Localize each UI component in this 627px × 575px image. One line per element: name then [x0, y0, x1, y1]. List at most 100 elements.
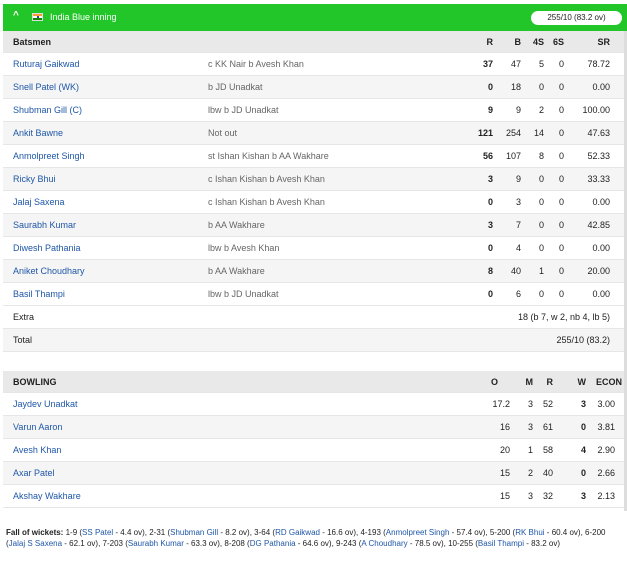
wickets-value: 4	[580, 445, 586, 455]
innings-header[interactable]: ^ India Blue inning 255/10 (83.2 ov)	[3, 4, 627, 31]
batsman-name-link[interactable]: Anmolpreet Singh	[13, 145, 203, 167]
extras-label: Extra	[13, 312, 35, 322]
overs-value: 15	[499, 491, 510, 501]
fow-player-link[interactable]: A Choudhary	[361, 539, 407, 548]
strike-rate-value: 42.85	[587, 220, 610, 230]
economy-value: 2.13	[597, 491, 615, 501]
batsman-name-link[interactable]: Diwesh Pathania	[13, 237, 203, 259]
balls-value: 40	[510, 266, 521, 276]
dismissal-text: lbw b Avesh Khan	[208, 243, 280, 253]
sixes-value: 0	[558, 266, 564, 276]
fow-score-text: 1-9 (	[65, 528, 83, 537]
maidens-value: 3	[527, 422, 533, 432]
economy-column-header: ECON	[595, 376, 622, 387]
fow-player-link[interactable]: RK Bhui	[515, 528, 544, 537]
batsman-name-link[interactable]: Ruturaj Gaikwad	[13, 53, 203, 75]
bowler-name-link[interactable]: Axar Patel	[13, 462, 203, 484]
bowler-name-link[interactable]: Avesh Khan	[13, 439, 203, 461]
bowling-runs-column-header: R	[546, 376, 554, 387]
runs-value: 0	[487, 289, 493, 299]
fow-player-link[interactable]: Basil Thampi	[478, 539, 524, 548]
overs-value: 17.2	[492, 399, 510, 409]
sixes-value: 0	[558, 105, 564, 115]
fow-over-text: - 16.6 ov),	[319, 528, 361, 537]
batting-row: Snell Patel (WK) b JD Unadkat 0 18 0 0 0.00	[3, 76, 627, 99]
fours-value: 0	[538, 220, 544, 230]
batting-row: Diwesh Pathania lbw b Avesh Khan 0 4 0 0 0.00	[3, 237, 627, 260]
fow-player-link[interactable]: Anmolpreet Singh	[386, 528, 450, 537]
fours-value: 2	[538, 105, 544, 115]
batting-row: Aniket Choudhary b AA Wakhare 8 40 1 0 20.00	[3, 260, 627, 283]
total-value: 255/10 (83.2)	[556, 335, 610, 345]
fow-score-text: 8-208 (	[224, 539, 250, 548]
balls-value: 107	[505, 151, 521, 161]
batsman-name-link[interactable]: Ricky Bhui	[13, 168, 203, 190]
chevron-up-icon[interactable]: ^	[13, 11, 21, 21]
sixes-value: 0	[558, 289, 564, 299]
fow-over-text: - 78.5 ov),	[407, 539, 449, 548]
fow-player-link[interactable]: SS Patel	[82, 528, 113, 537]
fow-player-link[interactable]: Jalaj S Saxena	[9, 539, 62, 548]
fow-player-link[interactable]: Saurabh Kumar	[128, 539, 184, 548]
fow-score-text: 7-203 (	[102, 539, 128, 548]
batting-row: Shubman Gill (C) lbw b JD Unadkat 9 9 2 0 100.…	[3, 99, 627, 122]
batsman-name-link[interactable]: Ankit Bawne	[13, 122, 203, 144]
fow-score-text: 3-64 (	[254, 528, 276, 537]
batting-row: Ankit Bawne Not out 121 254 14 0 47.63	[3, 122, 627, 145]
fow-player-link[interactable]: Shubman Gill	[170, 528, 218, 537]
dismissal-text: c Ishan Kishan b Avesh Khan	[208, 174, 325, 184]
fow-score-text: 9-243 (	[336, 539, 362, 548]
wickets-value: 3	[580, 399, 586, 409]
batsman-name-link[interactable]: Jalaj Saxena	[13, 191, 203, 213]
fours-value: 0	[538, 197, 544, 207]
balls-value: 3	[515, 197, 521, 207]
runs-value: 0	[487, 197, 493, 207]
economy-value: 3.81	[597, 422, 615, 432]
bowling-row: Avesh Khan 20 1 58 4 2.90	[3, 439, 627, 462]
sixes-value: 0	[558, 243, 564, 253]
bowler-name-link[interactable]: Jaydev Unadkat	[13, 393, 203, 415]
strike-rate-value: 52.33	[587, 151, 610, 161]
india-flag-icon	[32, 13, 43, 21]
batsmen-column-header: Batsmen	[13, 36, 52, 47]
dismissal-text: b AA Wakhare	[208, 266, 265, 276]
total-label: Total	[13, 335, 33, 345]
balls-value: 9	[515, 174, 521, 184]
economy-value: 2.90	[597, 445, 615, 455]
fours-value: 1	[538, 266, 544, 276]
fow-over-text: - 4.4 ov),	[113, 528, 150, 537]
maidens-value: 1	[527, 445, 533, 455]
batsman-name-link[interactable]: Shubman Gill (C)	[13, 99, 203, 121]
wickets-value: 3	[580, 491, 586, 501]
bowler-name-link[interactable]: Varun Aaron	[13, 416, 203, 438]
fours-value: 0	[538, 174, 544, 184]
bowling-runs-value: 40	[542, 468, 553, 478]
dismissal-text: b JD Unadkat	[208, 82, 263, 92]
fow-player-link[interactable]: DG Pathania	[250, 539, 296, 548]
strike-rate-value: 20.00	[587, 266, 610, 276]
runs-value: 9	[487, 105, 493, 115]
economy-value: 3.00	[597, 399, 615, 409]
balls-value: 6	[515, 289, 521, 299]
balls-value: 4	[515, 243, 521, 253]
batting-header-row: Batsmen R B 4S 6S SR	[3, 31, 627, 53]
innings-score-badge: 255/10 (83.2 ov)	[531, 11, 622, 25]
bowling-row: Varun Aaron 16 3 61 0 3.81	[3, 416, 627, 439]
dismissal-text: Not out	[208, 128, 238, 138]
batsman-name-link[interactable]: Aniket Choudhary	[13, 260, 203, 282]
fow-player-link[interactable]: RD Gaikwad	[275, 528, 320, 537]
batting-row: Ricky Bhui c Ishan Kishan b Avesh Khan 3 9 0…	[3, 168, 627, 191]
dismissal-text: c Ishan Kishan b Avesh Khan	[208, 197, 325, 207]
fours-value: 0	[538, 243, 544, 253]
wickets-value: 0	[580, 468, 586, 478]
fow-score-text: 2-31 (	[149, 528, 171, 537]
fow-score-text: 10-255 (	[448, 539, 478, 548]
dismissal-text: lbw b JD Unadkat	[208, 105, 279, 115]
strike-rate-value: 78.72	[587, 59, 610, 69]
batsman-name-link[interactable]: Snell Patel (WK)	[13, 76, 203, 98]
batsman-name-link[interactable]: Basil Thampi	[13, 283, 203, 305]
bowler-name-link[interactable]: Akshay Wakhare	[13, 485, 203, 507]
runs-value: 0	[487, 243, 493, 253]
batsman-name-link[interactable]: Saurabh Kumar	[13, 214, 203, 236]
extras-value: 18 (b 7, w 2, nb 4, lb 5)	[517, 312, 610, 322]
